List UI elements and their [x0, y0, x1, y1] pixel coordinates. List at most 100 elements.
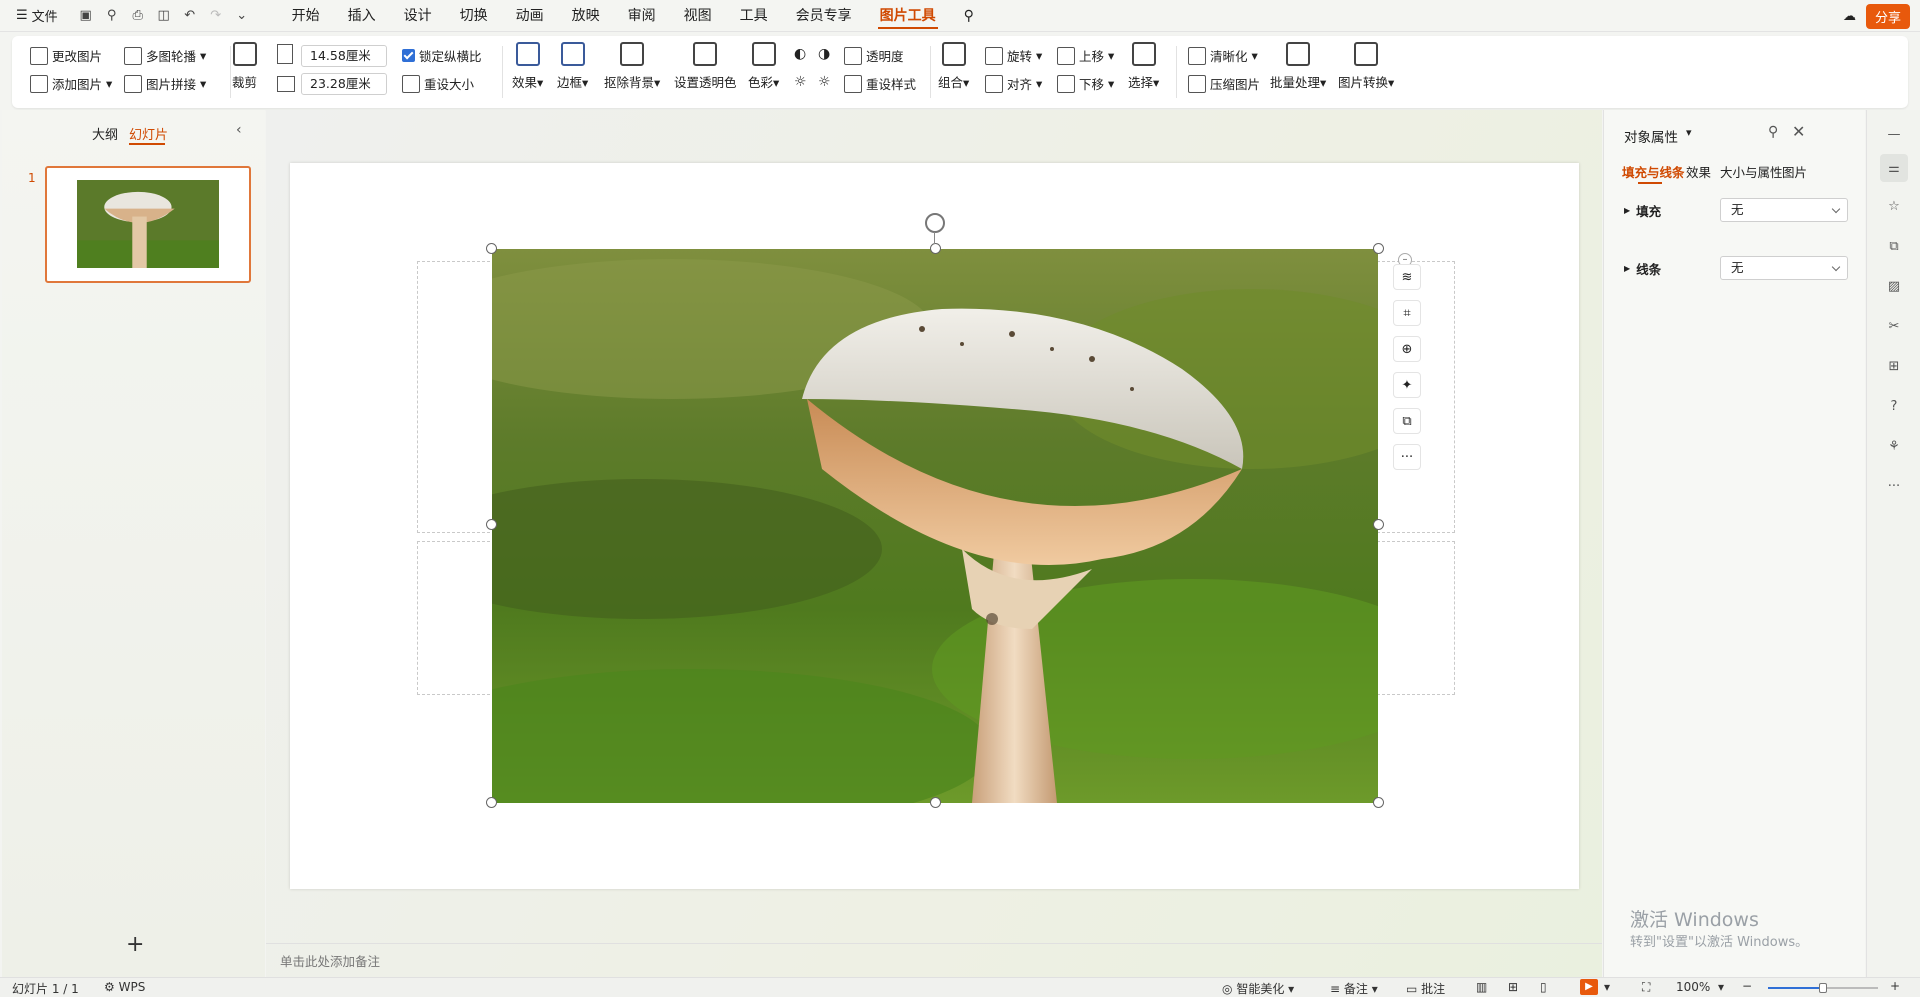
border-button[interactable]: 边框▾ — [557, 42, 588, 91]
more-chevron-icon[interactable]: ⌄ — [232, 6, 252, 26]
resize-handle-left[interactable] — [486, 519, 497, 530]
resize-handle-right[interactable] — [1373, 519, 1384, 530]
more-icon[interactable]: ··· — [1884, 476, 1904, 496]
width-input[interactable]: 23.28厘米 — [301, 73, 387, 95]
panel-title[interactable]: 对象属性 — [1624, 126, 1678, 146]
tab-fill-line[interactable]: 填充与线条 — [1622, 162, 1685, 181]
share-button[interactable]: 分享 — [1865, 4, 1910, 29]
convert-picture-icon[interactable]: ⧉ — [1393, 408, 1421, 434]
tab-size-properties[interactable]: 大小与属性 — [1720, 162, 1783, 181]
shapes-icon[interactable]: ⧉ — [1884, 236, 1904, 256]
resize-handle-bottom-right[interactable] — [1373, 797, 1384, 808]
tab-slideshow[interactable]: 放映 — [558, 0, 614, 32]
reset-size-button[interactable]: 重设大小 — [402, 74, 474, 93]
zoom-chevron-icon[interactable]: ▾ — [1718, 980, 1724, 994]
properties-icon[interactable]: ⚌ — [1880, 154, 1908, 182]
undo-icon[interactable]: ↶ — [180, 6, 200, 26]
tab-member[interactable]: 会员专享 — [782, 0, 866, 32]
close-icon[interactable]: ✕ — [1792, 122, 1805, 141]
smart-beautify-button[interactable]: ◎ 智能美化 ▾ — [1222, 980, 1294, 997]
tab-insert[interactable]: 插入 — [334, 0, 390, 32]
slide-sorter-icon[interactable]: ⊞ — [1508, 980, 1518, 994]
zoom-slider[interactable] — [1768, 983, 1878, 993]
rotate-handle-icon[interactable] — [925, 213, 945, 233]
add-picture-button[interactable]: 添加图片 ▾ — [30, 74, 112, 93]
pin-icon[interactable]: ⚲ — [1768, 124, 1778, 140]
set-transparent-button[interactable]: 设置透明色 — [674, 42, 737, 91]
group-button[interactable]: 组合▾ — [938, 42, 969, 91]
shirt-icon[interactable]: ⚘ — [1884, 436, 1904, 456]
line-section-toggle[interactable]: ▶ 线条 — [1624, 259, 1661, 278]
tab-effects[interactable]: 效果 — [1686, 162, 1711, 181]
picture-splice-button[interactable]: 图片拼接 ▾ — [124, 74, 206, 93]
save-icon[interactable]: ▣ — [76, 6, 96, 26]
lock-ratio-checkbox[interactable]: 锁定纵横比 — [402, 46, 482, 65]
cloud-icon[interactable]: ☁ — [1843, 9, 1856, 24]
multi-carousel-button[interactable]: 多图轮播 ▾ — [124, 46, 206, 65]
tab-picture-tools[interactable]: 图片工具 — [866, 0, 950, 32]
zoom-slider-thumb[interactable] — [1819, 983, 1827, 993]
magic-tool-icon[interactable]: ✦ — [1393, 372, 1421, 398]
tab-design[interactable]: 设计 — [390, 0, 446, 32]
tab-review[interactable]: 审阅 — [614, 0, 670, 32]
effects-button[interactable]: 效果▾ — [512, 42, 543, 91]
slide-thumbnail[interactable] — [45, 166, 251, 283]
more-options-icon[interactable]: ··· — [1393, 444, 1421, 470]
comments-button[interactable]: ▭ 批注 — [1406, 980, 1445, 997]
picture-convert-button[interactable]: 图片转换▾ — [1338, 42, 1394, 91]
tab-view[interactable]: 视图 — [670, 0, 726, 32]
library-icon[interactable]: ⊞ — [1884, 356, 1904, 376]
search-icon[interactable]: ⚲ — [950, 0, 988, 32]
tab-transitions[interactable]: 切换 — [446, 0, 502, 32]
play-slideshow-icon[interactable]: ▶ — [1580, 979, 1598, 995]
send-backward-button[interactable]: 下移 ▾ — [1057, 74, 1114, 93]
find-icon[interactable]: ⚲ — [102, 6, 122, 26]
brightness-up-icon[interactable]: ◐ — [794, 46, 806, 62]
height-input[interactable]: 14.58厘米 — [301, 45, 387, 67]
batch-process-button[interactable]: 批量处理▾ — [1270, 42, 1326, 91]
tab-slides[interactable]: 幻灯片 — [129, 124, 168, 143]
crop-icon[interactable]: ⌗ — [1393, 300, 1421, 326]
select-button[interactable]: 选择▾ — [1128, 42, 1159, 91]
help-icon[interactable]: ? — [1884, 396, 1904, 416]
resize-handle-top-left[interactable] — [486, 243, 497, 254]
fit-window-icon[interactable]: ⛶ — [1642, 980, 1650, 995]
rotate-button[interactable]: 旋转 ▾ — [985, 46, 1042, 65]
fill-section-toggle[interactable]: ▶ 填充 — [1624, 201, 1661, 220]
wps-status[interactable]: ⚙ WPS — [104, 980, 145, 994]
zoom-in-icon[interactable]: ⊕ — [1393, 336, 1421, 362]
zoom-in-icon[interactable]: + — [1890, 979, 1900, 993]
resize-handle-bottom[interactable] — [930, 797, 941, 808]
file-menu[interactable]: ☰ 文件 — [16, 6, 58, 25]
brightness-down-icon[interactable]: ☼ — [794, 74, 807, 90]
zoom-out-icon[interactable]: − — [1742, 979, 1752, 993]
resize-handle-top[interactable] — [930, 243, 941, 254]
tab-animation[interactable]: 动画 — [502, 0, 558, 32]
contrast-down-icon[interactable]: ☼ — [818, 74, 831, 90]
print-icon[interactable]: ⎙ — [128, 6, 148, 26]
contrast-up-icon[interactable]: ◑ — [818, 46, 830, 62]
normal-view-icon[interactable]: ▥ — [1476, 980, 1487, 994]
fill-select[interactable]: 无 — [1720, 198, 1848, 222]
zoom-level[interactable]: 100% — [1676, 980, 1710, 994]
notes-placeholder[interactable]: 单击此处添加备注 — [280, 951, 380, 970]
collapse-chevron-icon[interactable]: ‹ — [236, 122, 242, 138]
sharpen-button[interactable]: 清晰化 ▾ — [1188, 46, 1258, 65]
line-select[interactable]: 无 — [1720, 256, 1848, 280]
remove-background-button[interactable]: 抠除背景▾ — [604, 42, 660, 91]
tools-icon[interactable]: ✂ — [1884, 316, 1904, 336]
change-picture-button[interactable]: 更改图片 — [30, 46, 102, 65]
title-chevron-icon[interactable]: ▾ — [1686, 126, 1692, 139]
mushroom-picture[interactable] — [492, 249, 1378, 803]
resize-handle-bottom-left[interactable] — [486, 797, 497, 808]
tab-outline[interactable]: 大纲 — [92, 124, 118, 143]
slideshow-options-chevron-icon[interactable]: ▾ — [1604, 980, 1610, 994]
print-preview-icon[interactable]: ◫ — [154, 6, 174, 26]
compress-picture-button[interactable]: 压缩图片 — [1188, 74, 1260, 93]
align-button[interactable]: 对齐 ▾ — [985, 74, 1042, 93]
tab-picture[interactable]: 图片 — [1782, 162, 1807, 181]
layers-icon[interactable]: ≋ — [1393, 264, 1421, 290]
picture-edit-icon[interactable]: ▨ — [1884, 276, 1904, 296]
add-slide-button[interactable]: + — [126, 932, 144, 957]
notes-button[interactable]: ≡ 备注 ▾ — [1330, 980, 1378, 997]
